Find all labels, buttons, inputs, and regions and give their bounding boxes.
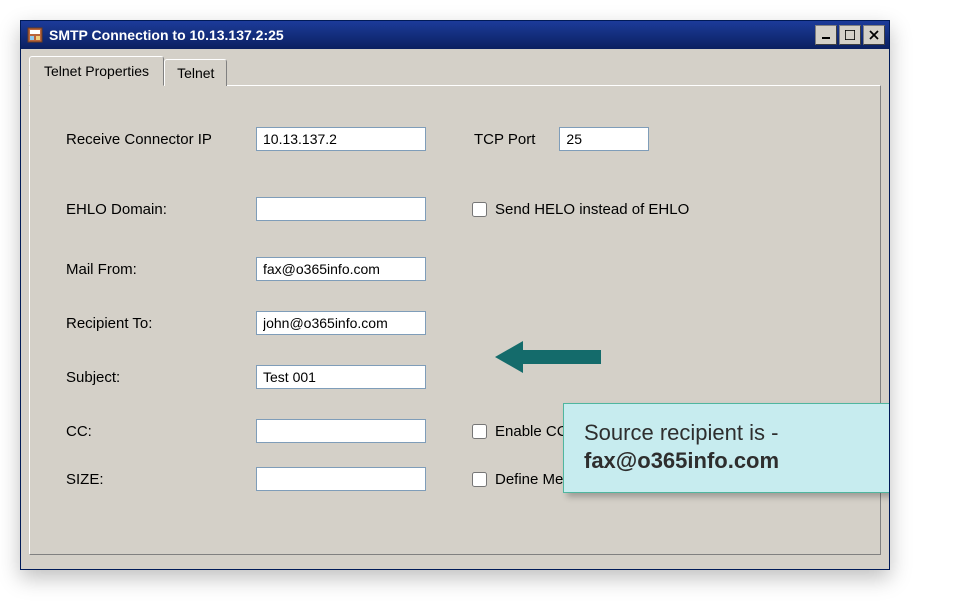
tcp-port-input[interactable]	[559, 127, 649, 151]
recipient-to-label: Recipient To:	[66, 315, 256, 332]
subject-input[interactable]	[256, 365, 426, 389]
define-size-checkbox[interactable]	[472, 472, 487, 487]
mail-from-input[interactable]	[256, 257, 426, 281]
titlebar: SMTP Connection to 10.13.137.2:25	[21, 21, 889, 49]
app-icon	[27, 27, 43, 43]
minimize-button[interactable]	[815, 25, 837, 45]
tab-telnet[interactable]: Telnet	[164, 59, 227, 86]
size-label: SIZE:	[66, 471, 256, 488]
client-area: Telnet Properties Telnet Receive Connect…	[21, 49, 889, 569]
enable-cc-label: Enable CC	[495, 423, 568, 440]
receive-connector-ip-label: Receive Connector IP	[66, 131, 256, 148]
tcp-port-label: TCP Port	[474, 131, 535, 148]
tab-telnet-properties[interactable]: Telnet Properties	[29, 56, 164, 86]
size-input[interactable]	[256, 467, 426, 491]
enable-cc-checkbox-wrap[interactable]: Enable CC	[472, 423, 568, 440]
window-title: SMTP Connection to 10.13.137.2:25	[49, 27, 815, 43]
send-helo-checkbox-wrap[interactable]: Send HELO instead of EHLO	[472, 201, 689, 218]
callout-line1: Source recipient is -	[584, 420, 889, 446]
annotation-callout: Source recipient is - fax@o365info.com	[563, 403, 889, 493]
app-window: SMTP Connection to 10.13.137.2:25 Telnet…	[20, 20, 890, 570]
receive-connector-ip-input[interactable]	[256, 127, 426, 151]
cc-input[interactable]	[256, 419, 426, 443]
ehlo-domain-input[interactable]	[256, 197, 426, 221]
mail-from-label: Mail From:	[66, 261, 256, 278]
send-helo-label: Send HELO instead of EHLO	[495, 201, 689, 218]
close-button[interactable]	[863, 25, 885, 45]
enable-cc-checkbox[interactable]	[472, 424, 487, 439]
send-helo-checkbox[interactable]	[472, 202, 487, 217]
tabstrip: Telnet Properties Telnet	[29, 55, 881, 85]
cc-label: CC:	[66, 423, 256, 440]
ehlo-domain-label: EHLO Domain:	[66, 201, 256, 218]
recipient-to-input[interactable]	[256, 311, 426, 335]
subject-label: Subject:	[66, 369, 256, 386]
callout-line2: fax@o365info.com	[584, 448, 889, 474]
maximize-button[interactable]	[839, 25, 861, 45]
